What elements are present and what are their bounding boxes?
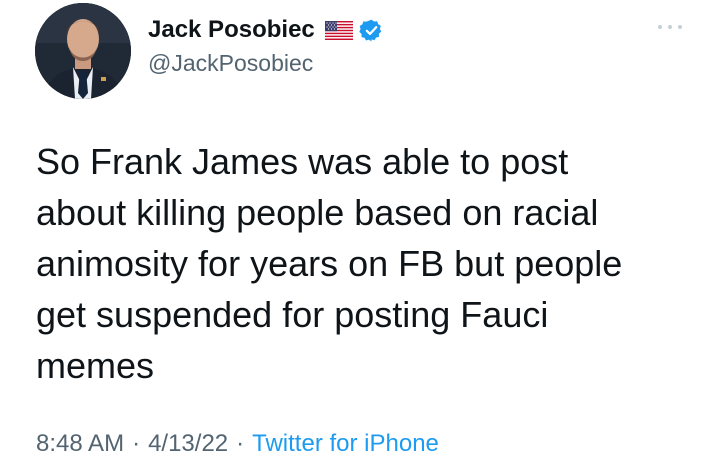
us-flag-icon [324,20,353,40]
tweet-meta: 8:48 AM · 4/13/22 · Twitter for iPhone [36,430,439,458]
verified-badge-icon [359,19,381,41]
avatar[interactable] [35,3,131,99]
user-handle[interactable]: @JackPosobiec [148,50,313,77]
meta-separator: · [236,430,245,457]
tweet-date[interactable]: 4/13/22 [148,430,228,458]
meta-separator: · [132,430,141,457]
author-name-row: Jack Posobiec [148,14,384,46]
display-name[interactable]: Jack Posobiec [148,16,315,44]
tweet-text: So Frank James was able to post about ki… [36,141,623,386]
tweet-card: Jack Posobiec @JackPosobiec So Frank Jam… [0,0,720,475]
avatar-photo [35,3,131,99]
tweet-time[interactable]: 8:48 AM [36,430,124,458]
tweet-source-link[interactable]: Twitter for iPhone [252,430,439,458]
more-options-icon[interactable] [655,22,685,32]
